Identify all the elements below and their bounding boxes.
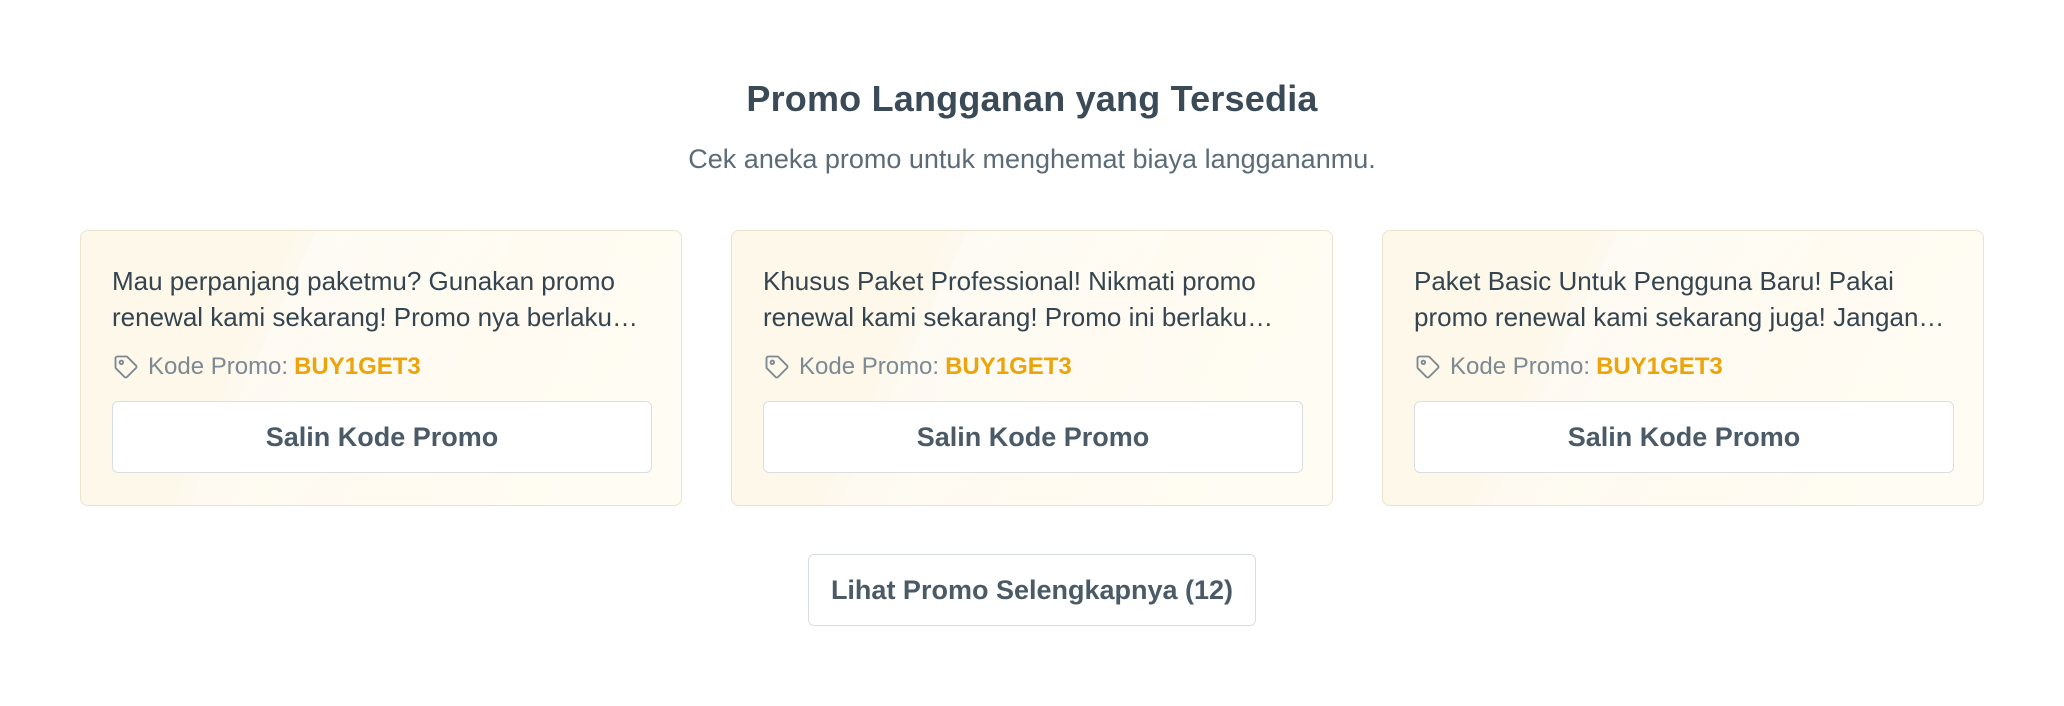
tag-icon	[1414, 353, 1442, 381]
promo-card: Mau perpanjang paketmu? Gunakan promo re…	[80, 230, 682, 506]
tag-icon	[763, 353, 791, 381]
tag-icon	[112, 353, 140, 381]
promo-code-line: Kode Promo: BUY1GET3	[112, 353, 421, 381]
copy-promo-code-button[interactable]: Salin Kode Promo	[112, 401, 652, 473]
promo-code-label: Kode Promo:	[1450, 353, 1591, 380]
promo-description: Khusus Paket Professional! Nikmati promo…	[763, 266, 1256, 332]
promo-description: Paket Basic Untuk Pengguna Baru! Pakai p…	[1414, 266, 1919, 332]
promo-code-line: Kode Promo: BUY1GET3	[763, 353, 1072, 381]
promo-code: BUY1GET3	[945, 353, 1072, 380]
promo-code: BUY1GET3	[1596, 353, 1723, 380]
promo-card-list: Mau perpanjang paketmu? Gunakan promo re…	[80, 230, 1984, 506]
section-subtitle: Cek aneka promo untuk menghemat biaya la…	[688, 144, 1376, 174]
promo-code-label: Kode Promo:	[799, 353, 940, 380]
copy-promo-code-button[interactable]: Salin Kode Promo	[763, 401, 1303, 473]
promo-code-line: Kode Promo: BUY1GET3	[1414, 353, 1723, 381]
section-title: Promo Langganan yang Tersedia	[746, 78, 1318, 119]
copy-promo-code-button[interactable]: Salin Kode Promo	[1414, 401, 1954, 473]
promo-card: Khusus Paket Professional! Nikmati promo…	[731, 230, 1333, 506]
promo-card: Paket Basic Untuk Pengguna Baru! Pakai p…	[1382, 230, 1984, 506]
promo-code-label: Kode Promo:	[148, 353, 289, 380]
see-more-promos-button[interactable]: Lihat Promo Selengkapnya (12)	[808, 554, 1256, 626]
promo-section: Promo Langganan yang Tersedia Cek aneka …	[0, 0, 2064, 706]
promo-description: Mau perpanjang paketmu? Gunakan promo re…	[112, 266, 615, 332]
promo-code: BUY1GET3	[294, 353, 421, 380]
